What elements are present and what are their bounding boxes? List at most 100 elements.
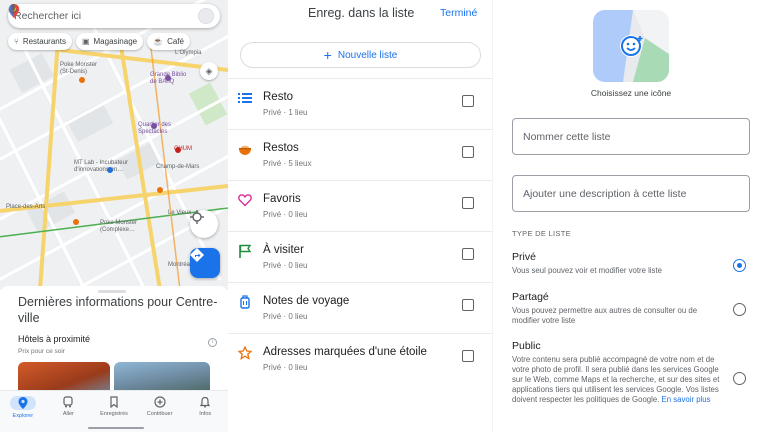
list-type-public[interactable]: Public Votre contenu sera publié accompa… bbox=[512, 340, 752, 405]
list-item[interactable]: Restos Privé · 5 lieux bbox=[228, 129, 492, 180]
list-checkbox[interactable] bbox=[462, 350, 474, 362]
list-checkbox[interactable] bbox=[462, 197, 474, 209]
utensils-icon: ⑂ bbox=[14, 37, 19, 46]
map-label-chum: CHUM bbox=[174, 146, 192, 152]
nav-saved[interactable]: Enregistrés bbox=[91, 391, 137, 432]
bookmark-icon bbox=[110, 396, 118, 408]
list-item[interactable]: À visiter Privé · 0 lieu bbox=[228, 231, 492, 282]
luggage-icon bbox=[240, 295, 250, 309]
chip-label: Restaurants bbox=[22, 37, 66, 46]
list-meta: Privé · 5 lieux bbox=[263, 159, 312, 168]
option-title: Public bbox=[512, 340, 541, 352]
list-name: Resto bbox=[263, 91, 294, 103]
map-label-olympia: L'Olympia bbox=[175, 50, 202, 56]
list-item[interactable]: Resto Privé · 1 lieu bbox=[228, 78, 492, 129]
explore-pin-icon bbox=[18, 397, 28, 409]
info-icon[interactable]: i bbox=[208, 338, 217, 347]
my-location-button[interactable] bbox=[190, 210, 218, 238]
sheet-drag-handle[interactable] bbox=[98, 290, 126, 293]
hotels-section-title: Hôtels à proximité bbox=[18, 334, 91, 344]
shopping-bag-icon: ▣ bbox=[81, 37, 90, 46]
list-description-placeholder: Ajouter une description à cette liste bbox=[523, 187, 687, 200]
nav-go[interactable]: Aller bbox=[46, 391, 92, 432]
list-name: Favoris bbox=[263, 193, 301, 205]
shared-radio[interactable] bbox=[733, 303, 746, 316]
map-label-quartier-spectacles: Quartier des Spectacles bbox=[138, 122, 172, 135]
nav-label: Explorer bbox=[12, 413, 34, 419]
nav-active-indicator bbox=[9, 396, 36, 410]
list-item[interactable]: Favoris Privé · 0 lieu bbox=[228, 180, 492, 231]
list-checkbox[interactable] bbox=[462, 146, 474, 158]
microphone-icon[interactable] bbox=[8, 4, 18, 16]
layers-button[interactable]: ◈ bbox=[200, 62, 218, 80]
public-radio[interactable] bbox=[733, 372, 746, 385]
category-chips: ⑂ Restaurants ▣ Magasinage ☕ Café bbox=[8, 33, 190, 50]
layers-icon: ◈ bbox=[205, 65, 213, 76]
add-circle-icon bbox=[153, 396, 166, 408]
chip-label: Magasinage bbox=[93, 37, 138, 46]
nav-label: Infos bbox=[199, 411, 212, 417]
list-item[interactable]: Notes de voyage Privé · 0 lieu bbox=[228, 282, 492, 333]
nav-label: Aller bbox=[62, 411, 74, 417]
sheet-title: Dernières informations pour Centre-ville bbox=[18, 295, 218, 325]
bowl-icon bbox=[239, 145, 251, 155]
nav-updates[interactable]: Infos bbox=[182, 391, 228, 432]
list-icon bbox=[238, 93, 252, 103]
list-meta: Privé · 0 lieu bbox=[263, 312, 308, 321]
bell-icon bbox=[200, 396, 211, 408]
flag-icon bbox=[239, 244, 252, 258]
list-meta: Privé · 1 lieu bbox=[263, 108, 308, 117]
nav-label: Contribuer bbox=[146, 411, 173, 417]
list-meta: Privé · 0 lieu bbox=[263, 210, 308, 219]
list-type-private[interactable]: Privé Vous seul pouvez voir et modifier … bbox=[512, 251, 752, 276]
map-label-place-des-arts: Place-des-Arts bbox=[6, 204, 46, 210]
new-list-label: Nouvelle liste bbox=[337, 49, 398, 61]
option-title: Privé bbox=[512, 251, 536, 263]
chip-label: Café bbox=[167, 37, 184, 46]
list-description-field[interactable]: Ajouter une description à cette liste bbox=[512, 175, 750, 212]
chip-shopping[interactable]: ▣ Magasinage bbox=[75, 33, 144, 50]
nav-explore[interactable]: Explorer bbox=[0, 391, 46, 432]
search-input[interactable]: Rechercher ici bbox=[14, 10, 198, 22]
list-checkbox[interactable] bbox=[462, 248, 474, 260]
learn-more-link[interactable]: En savoir plus bbox=[662, 395, 711, 404]
map-label-poke-monster: Poke Monster (St-Denis) bbox=[60, 62, 98, 75]
new-list-button[interactable]: + Nouvelle liste bbox=[240, 42, 481, 68]
directions-icon bbox=[190, 248, 204, 262]
list-name-placeholder: Nommer cette liste bbox=[523, 130, 611, 143]
done-button[interactable]: Terminé bbox=[440, 7, 477, 19]
list-checkbox[interactable] bbox=[462, 95, 474, 107]
chip-restaurants[interactable]: ⑂ Restaurants bbox=[8, 33, 72, 50]
private-radio[interactable] bbox=[733, 259, 746, 272]
heart-icon bbox=[238, 194, 252, 207]
list-name: Notes de voyage bbox=[263, 295, 350, 307]
save-panel-title: Enreg. dans la liste bbox=[308, 6, 415, 20]
list-meta: Privé · 0 lieu bbox=[263, 261, 308, 270]
list-type-shared[interactable]: Partagé Vous pouvez permettre aux autres… bbox=[512, 291, 752, 326]
list-item[interactable]: Adresses marquées d'une étoile Privé · 0… bbox=[228, 333, 492, 384]
account-avatar[interactable] bbox=[198, 8, 214, 24]
chip-cafe[interactable]: ☕ Café bbox=[147, 33, 190, 50]
map-view[interactable]: Rechercher ici ⑂ Restaurants ▣ Magasinag… bbox=[0, 0, 228, 290]
map-label-mt-lab: MT Lab - Incubateur d'innovations en… bbox=[74, 160, 128, 173]
map-label-le-vieux: Le Vieux bbox=[168, 210, 192, 216]
bottom-navigation: Explorer Aller Enregistrés Contribuer In… bbox=[0, 390, 228, 432]
nav-contribute[interactable]: Contribuer bbox=[137, 391, 183, 432]
save-to-list-panel: Enreg. dans la liste Terminé + Nouvelle … bbox=[228, 0, 492, 432]
map-label-montreal: Montréal bbox=[168, 262, 192, 268]
hotels-section-subtitle: Prix pour ce soir bbox=[18, 348, 65, 355]
plus-icon: + bbox=[323, 47, 332, 63]
list-name: Adresses marquées d'une étoile bbox=[263, 346, 427, 358]
directions-button[interactable] bbox=[190, 248, 220, 278]
list-meta: Privé · 0 lieu bbox=[263, 363, 308, 372]
gesture-home-bar bbox=[88, 427, 144, 429]
new-list-panel: Choisissez une icône Nommer cette liste … bbox=[492, 0, 768, 432]
list-name: À visiter bbox=[263, 244, 304, 256]
list-icon-picker[interactable] bbox=[593, 10, 669, 82]
search-bar[interactable]: Rechercher ici bbox=[8, 4, 220, 28]
coffee-cup-icon: ☕ bbox=[153, 37, 164, 46]
list-checkbox[interactable] bbox=[462, 299, 474, 311]
list-name: Restos bbox=[263, 142, 299, 154]
list-name-field[interactable]: Nommer cette liste bbox=[512, 118, 750, 155]
nav-label: Enregistrés bbox=[100, 411, 128, 417]
